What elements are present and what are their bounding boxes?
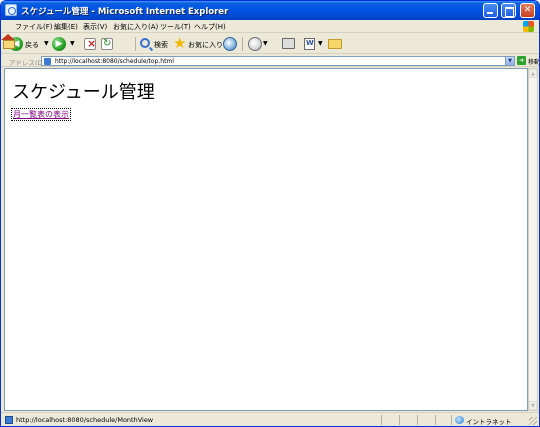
menu-file[interactable]: ファイル(F) <box>15 22 53 32</box>
status-text: http://localhost:8080/schedule/MonthView <box>16 416 154 424</box>
menu-help[interactable]: ヘルプ(H) <box>194 22 226 32</box>
page-icon <box>44 58 51 65</box>
favorites-star-icon[interactable]: ★ <box>173 35 186 52</box>
folder-icon[interactable] <box>328 39 342 49</box>
favorites-label[interactable]: お気に入り <box>188 40 223 50</box>
address-input[interactable]: http://localhost:8080/schedule/top.html … <box>41 56 515 66</box>
menu-view[interactable]: 表示(V) <box>83 22 107 32</box>
status-divider <box>435 415 436 425</box>
scroll-up-icon[interactable]: ▲ <box>529 69 537 78</box>
back-label[interactable]: 戻る <box>25 40 39 50</box>
print-icon[interactable] <box>282 38 295 49</box>
status-divider <box>381 415 382 425</box>
toolbar: ◀ 戻る ▼ ▶ ▼ 検索 ★ お気に入り ▼ ▼ <box>1 34 539 54</box>
go-arrow-icon[interactable]: ➜ <box>517 56 526 65</box>
ie-page-icon <box>5 4 17 16</box>
address-label: アドレス(D) <box>9 59 46 67</box>
resize-grip[interactable] <box>529 417 537 425</box>
maximize-button[interactable] <box>501 3 516 18</box>
media-icon[interactable] <box>223 37 237 51</box>
security-zone: イントラネット <box>466 418 512 426</box>
status-page-icon <box>5 416 13 424</box>
forward-button[interactable]: ▶ <box>52 37 66 51</box>
page-content: スケジュール管理 月一覧表の表示 <box>4 68 528 411</box>
menu-tools[interactable]: ツール(T) <box>160 22 191 32</box>
toolbar-separator <box>242 37 243 51</box>
history-dropdown-icon[interactable]: ▼ <box>263 40 268 47</box>
status-divider <box>399 415 400 425</box>
edit-dropdown-icon[interactable]: ▼ <box>318 40 323 47</box>
back-dropdown-icon[interactable]: ▼ <box>44 40 49 47</box>
windows-logo-icon <box>523 21 534 32</box>
page-title: スケジュール管理 <box>12 82 155 103</box>
title-bar[interactable]: スケジュール管理 - Microsoft Internet Explorer ✕ <box>1 1 539 20</box>
month-view-link[interactable]: 月一覧表の表示 <box>11 108 71 121</box>
address-bar: アドレス(D) http://localhost:8080/schedule/t… <box>1 55 539 67</box>
go-button[interactable]: 移動 <box>528 57 539 66</box>
search-label[interactable]: 検索 <box>154 40 168 50</box>
history-icon[interactable] <box>248 37 262 51</box>
intranet-zone-icon <box>455 416 464 424</box>
window-title: スケジュール管理 - Microsoft Internet Explorer <box>21 7 229 17</box>
forward-arrow-icon: ▶ <box>55 39 63 49</box>
edit-icon[interactable] <box>304 38 315 50</box>
menu-bar: ファイル(F) 編集(E) 表示(V) お気に入り(A) ツール(T) ヘルプ(… <box>1 20 539 33</box>
stop-button[interactable] <box>84 37 96 50</box>
address-dropdown-icon[interactable]: ▼ <box>505 57 514 65</box>
menu-edit[interactable]: 編集(E) <box>54 22 78 32</box>
minimize-button[interactable] <box>483 3 498 18</box>
address-url[interactable]: http://localhost:8080/schedule/top.html <box>55 57 174 66</box>
vertical-scrollbar[interactable]: ▲ ▼ <box>528 68 538 411</box>
status-bar: http://localhost:8080/schedule/MonthView… <box>1 412 539 426</box>
status-divider <box>417 415 418 425</box>
search-icon[interactable] <box>140 38 150 48</box>
forward-dropdown-icon[interactable]: ▼ <box>70 40 75 47</box>
toolbar-separator <box>135 37 136 51</box>
menu-favorites[interactable]: お気に入り(A) <box>113 22 158 32</box>
status-divider <box>451 415 452 425</box>
refresh-button[interactable] <box>101 38 113 50</box>
browser-window: スケジュール管理 - Microsoft Internet Explorer ✕… <box>0 0 540 427</box>
scroll-down-icon[interactable]: ▼ <box>529 401 537 410</box>
home-button[interactable] <box>1 34 15 47</box>
close-button[interactable]: ✕ <box>520 3 535 18</box>
